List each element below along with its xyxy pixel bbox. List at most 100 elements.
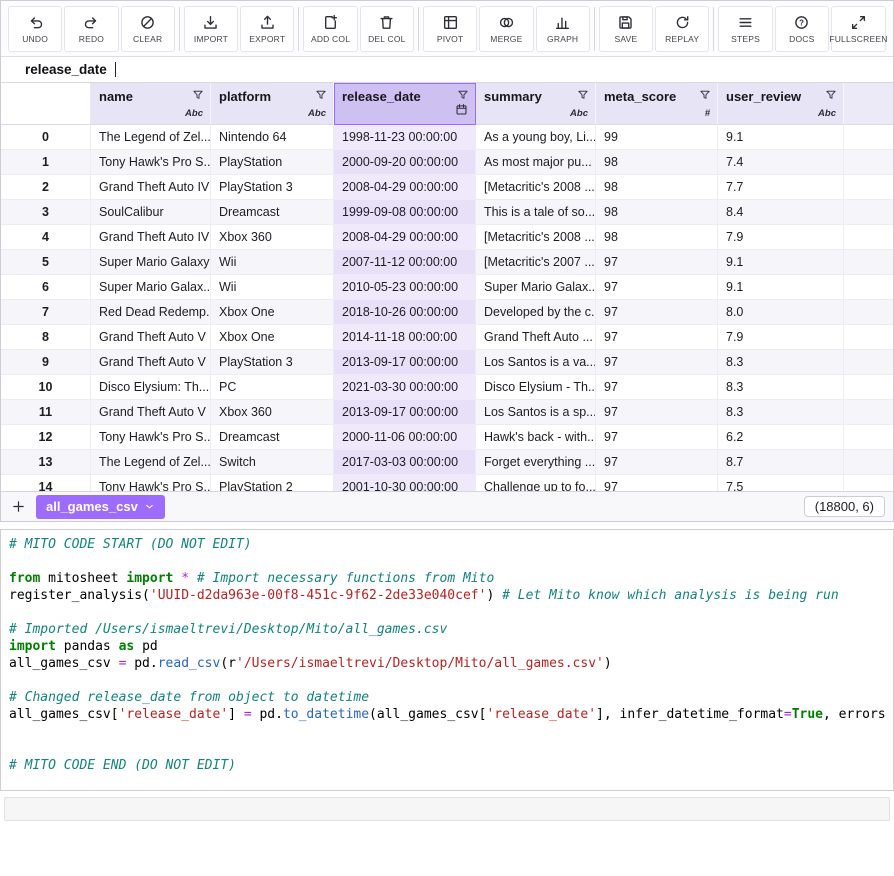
- cell[interactable]: Grand Theft Auto ...: [476, 325, 596, 350]
- cell[interactable]: 1998-11-23 00:00:00: [334, 125, 476, 150]
- cell[interactable]: 8.4: [718, 200, 844, 225]
- cell[interactable]: Super Mario Galaxy: [91, 250, 211, 275]
- toolbar-button-docs[interactable]: ?DOCS: [775, 6, 829, 52]
- cell[interactable]: 7.4: [718, 150, 844, 175]
- toolbar-button-undo[interactable]: UNDO: [8, 6, 62, 52]
- cell[interactable]: Tony Hawk's Pro S...: [91, 475, 211, 491]
- toolbar-button-add-col[interactable]: ADD COL: [303, 6, 357, 52]
- cell[interactable]: 2013-09-17 00:00:00: [334, 400, 476, 425]
- column-header-release_date[interactable]: release_date: [334, 83, 476, 125]
- cell[interactable]: Red Dead Redemp...: [91, 300, 211, 325]
- cell[interactable]: 98: [596, 225, 718, 250]
- toolbar-button-steps[interactable]: STEPS: [718, 6, 772, 52]
- row-index[interactable]: 14: [1, 475, 91, 491]
- cell[interactable]: 2008-04-29 00:00:00: [334, 175, 476, 200]
- toolbar-button-merge[interactable]: MERGE: [479, 6, 533, 52]
- cell[interactable]: 97: [596, 375, 718, 400]
- cell[interactable]: [Metacritic's 2008 ...: [476, 225, 596, 250]
- cell[interactable]: 8.0: [718, 300, 844, 325]
- row-index[interactable]: 5: [1, 250, 91, 275]
- cell[interactable]: 99: [596, 125, 718, 150]
- sheet-tab[interactable]: all_games_csv: [36, 495, 165, 519]
- cell[interactable]: Disco Elysium - Th...: [476, 375, 596, 400]
- cell[interactable]: PlayStation 2: [211, 475, 334, 491]
- cell[interactable]: 6.2: [718, 425, 844, 450]
- cell[interactable]: Los Santos is a sp...: [476, 400, 596, 425]
- cell[interactable]: 9.1: [718, 250, 844, 275]
- cell[interactable]: 8.3: [718, 375, 844, 400]
- filter-icon[interactable]: [457, 89, 469, 101]
- row-index[interactable]: 1: [1, 150, 91, 175]
- chevron-down-icon[interactable]: [144, 501, 155, 512]
- cell[interactable]: As a young boy, Li...: [476, 125, 596, 150]
- cell[interactable]: Xbox One: [211, 300, 334, 325]
- cell[interactable]: Nintendo 64: [211, 125, 334, 150]
- toolbar-button-fullscreen[interactable]: FULLSCREEN: [831, 6, 886, 52]
- cell[interactable]: Grand Theft Auto IV: [91, 225, 211, 250]
- cell[interactable]: Grand Theft Auto V: [91, 400, 211, 425]
- cell[interactable]: Super Mario Galax...: [91, 275, 211, 300]
- cell[interactable]: This is a tale of so...: [476, 200, 596, 225]
- filter-icon[interactable]: [825, 89, 837, 101]
- row-index[interactable]: 3: [1, 200, 91, 225]
- cell[interactable]: Tony Hawk's Pro S...: [91, 150, 211, 175]
- column-header-name[interactable]: nameAbc: [91, 83, 211, 125]
- cell[interactable]: PlayStation 3: [211, 350, 334, 375]
- toolbar-button-del-col[interactable]: DEL COL: [360, 6, 414, 52]
- cell[interactable]: 2000-11-06 00:00:00: [334, 425, 476, 450]
- cell[interactable]: 8.3: [718, 350, 844, 375]
- cell[interactable]: Grand Theft Auto V: [91, 325, 211, 350]
- cell[interactable]: 97: [596, 350, 718, 375]
- cell[interactable]: The Legend of Zel...: [91, 125, 211, 150]
- toolbar-button-clear[interactable]: CLEAR: [121, 6, 175, 52]
- cell[interactable]: 97: [596, 425, 718, 450]
- cell[interactable]: The Legend of Zel...: [91, 450, 211, 475]
- cell[interactable]: Hawk's back - with...: [476, 425, 596, 450]
- cell[interactable]: PlayStation: [211, 150, 334, 175]
- column-header-user_review[interactable]: user_reviewAbc: [718, 83, 844, 125]
- row-index[interactable]: 11: [1, 400, 91, 425]
- cell[interactable]: 97: [596, 275, 718, 300]
- cell[interactable]: SoulCalibur: [91, 200, 211, 225]
- cell[interactable]: 2007-11-12 00:00:00: [334, 250, 476, 275]
- cell[interactable]: 2010-05-23 00:00:00: [334, 275, 476, 300]
- cell[interactable]: 97: [596, 325, 718, 350]
- cell[interactable]: 2013-09-17 00:00:00: [334, 350, 476, 375]
- cell[interactable]: 97: [596, 300, 718, 325]
- formula-bar[interactable]: release_date: [1, 57, 893, 83]
- cell[interactable]: Xbox 360: [211, 225, 334, 250]
- code-cell[interactable]: # MITO CODE START (DO NOT EDIT) from mit…: [0, 529, 894, 791]
- toolbar-button-replay[interactable]: REPLAY: [655, 6, 709, 52]
- cell[interactable]: 98: [596, 150, 718, 175]
- toolbar-button-redo[interactable]: REDO: [64, 6, 118, 52]
- cell[interactable]: Switch: [211, 450, 334, 475]
- filter-icon[interactable]: [192, 89, 204, 101]
- cell[interactable]: Disco Elysium: Th...: [91, 375, 211, 400]
- add-sheet-button[interactable]: [9, 497, 28, 516]
- toolbar-button-import[interactable]: IMPORT: [184, 6, 238, 52]
- empty-code-cell[interactable]: [4, 797, 890, 821]
- filter-icon[interactable]: [699, 89, 711, 101]
- toolbar-button-save[interactable]: SAVE: [599, 6, 653, 52]
- cell[interactable]: 7.7: [718, 175, 844, 200]
- cell[interactable]: 8.3: [718, 400, 844, 425]
- cell[interactable]: [Metacritic's 2007 ...: [476, 250, 596, 275]
- cell[interactable]: Dreamcast: [211, 425, 334, 450]
- row-index[interactable]: 13: [1, 450, 91, 475]
- row-index[interactable]: 4: [1, 225, 91, 250]
- cell[interactable]: 7.9: [718, 325, 844, 350]
- cell[interactable]: Developed by the c...: [476, 300, 596, 325]
- cell[interactable]: 97: [596, 400, 718, 425]
- cell[interactable]: 2014-11-18 00:00:00: [334, 325, 476, 350]
- filter-icon[interactable]: [315, 89, 327, 101]
- cell[interactable]: 8.7: [718, 450, 844, 475]
- cell[interactable]: Xbox One: [211, 325, 334, 350]
- cell[interactable]: Forget everything ...: [476, 450, 596, 475]
- cell[interactable]: Super Mario Galax...: [476, 275, 596, 300]
- row-index[interactable]: 8: [1, 325, 91, 350]
- row-index[interactable]: 9: [1, 350, 91, 375]
- cell[interactable]: Wii: [211, 250, 334, 275]
- cell[interactable]: Challenge up to fo...: [476, 475, 596, 491]
- cell[interactable]: 2017-03-03 00:00:00: [334, 450, 476, 475]
- cell[interactable]: Xbox 360: [211, 400, 334, 425]
